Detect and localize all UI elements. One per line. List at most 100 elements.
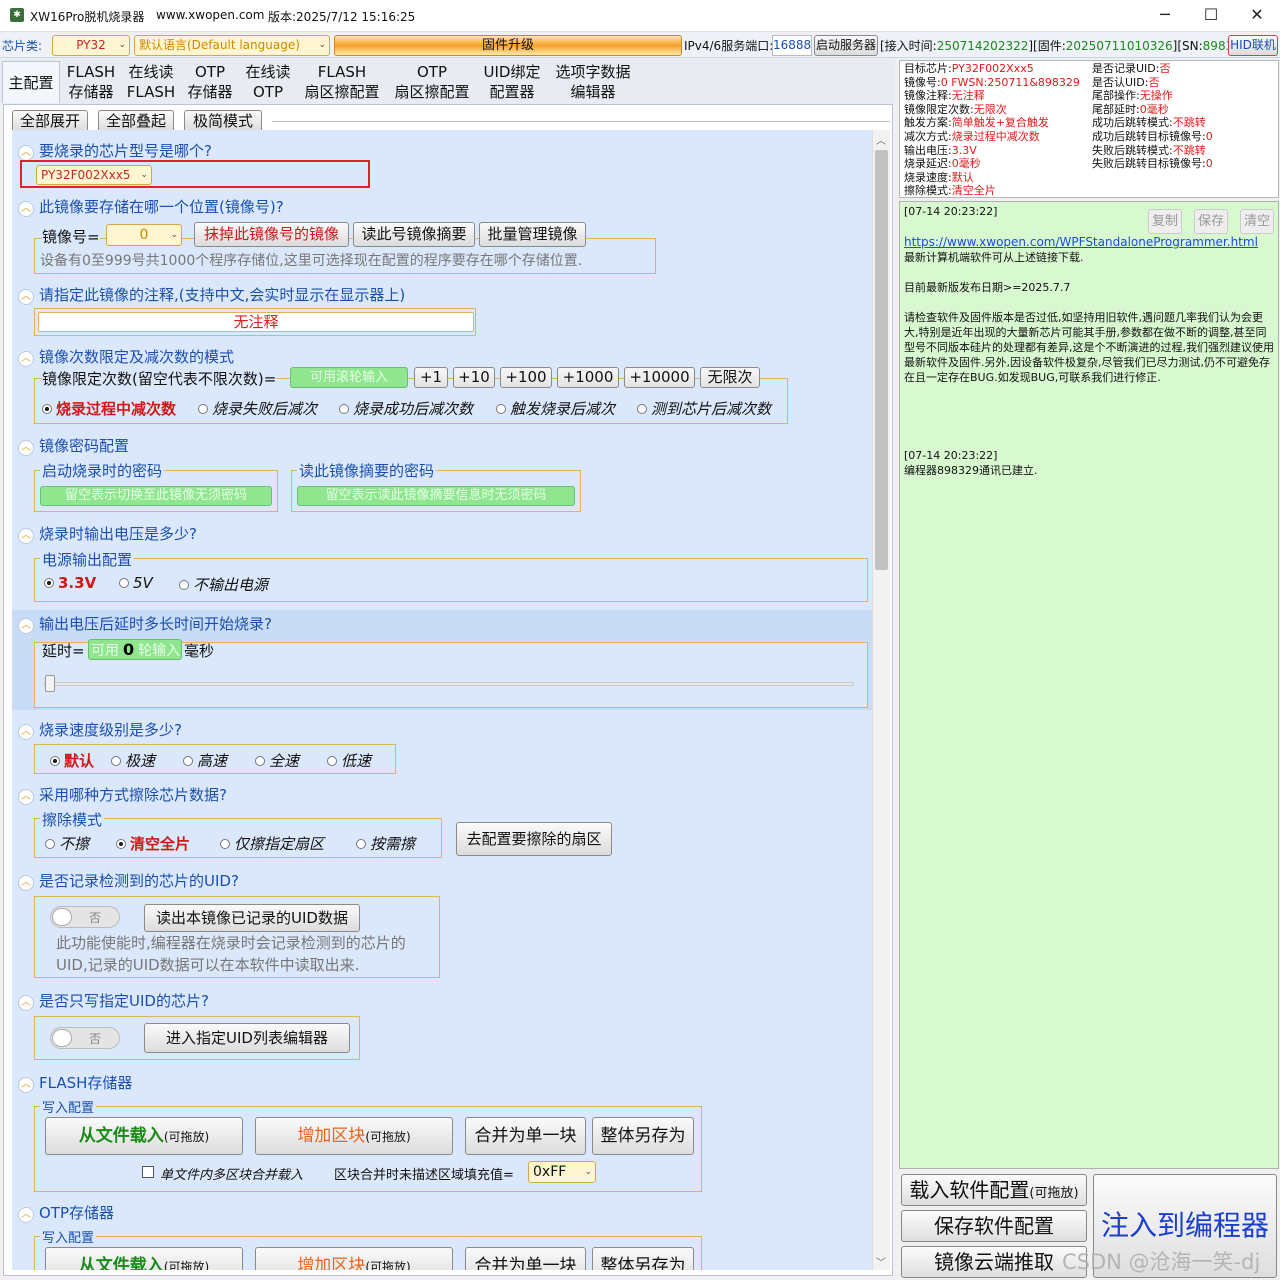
section-otp[interactable]: ︿ OTP存储器 [18,1202,114,1223]
limit-plus-10000-button[interactable]: +10000 [624,367,695,388]
flash-add-block-button[interactable]: 增加区块(可拖放) [255,1117,453,1155]
section-limit[interactable]: ︿ 镜像次数限定及减次数的模式 [18,346,234,367]
section-password[interactable]: ︿ 镜像密码配置 [18,435,129,456]
expand-all-button[interactable]: 全部展开 [12,110,88,132]
radio-voltage-3v3[interactable]: 3.3V [44,574,96,592]
tab-flash-memory[interactable]: FLASH 存储器 [62,61,120,103]
limit-input[interactable]: 可用滚轮输入 [290,367,408,388]
start-password-input[interactable]: 留空表示切换至此镜像无须密码 [40,486,272,506]
configure-erase-sectors-button[interactable]: 去配置要擦除的扇区 [456,822,612,856]
flash-merge-button[interactable]: 合并为单一块 [465,1117,586,1155]
radio-decrement-fail[interactable]: 烧录失败后减次 [198,398,317,419]
limit-plus-10-button[interactable]: +10 [453,367,495,388]
tab-main-config[interactable]: 主配置 [2,61,60,103]
radio-decrement-success[interactable]: 烧录成功后减次数 [339,398,473,419]
radio-speed-high[interactable]: 高速 [183,750,227,771]
otp-merge-button[interactable]: 合并为单一块 [465,1247,586,1270]
radio-decrement-detect[interactable]: 测到芯片后减次数 [637,398,771,419]
flash-load-file-button[interactable]: 从文件载入(可拖放) [45,1117,243,1155]
minimize-icon[interactable]: ─ [1142,0,1188,32]
close-icon[interactable]: ✕ [1234,0,1280,32]
minimal-mode-button[interactable]: 极简模式 [184,110,262,132]
comment-input[interactable]: 无注释 [38,312,474,332]
tab-option-byte-editor[interactable]: 选项字数据 编辑器 [548,61,638,103]
save-log-button[interactable]: 保存 [1194,209,1228,234]
copy-button[interactable]: 复制 [1148,209,1182,234]
tab-label: 扇区擦配置 [394,83,470,101]
read-password-input[interactable]: 留空表示读此镜像摘要信息时无须密码 [297,486,575,506]
language-select[interactable]: 默认语言(Default language) ⌄ [134,35,330,56]
section-image-slot[interactable]: ︿ 此镜像要存储在哪一个位置(镜像号)? [18,196,284,217]
uid-list-editor-button[interactable]: 进入指定UID列表编辑器 [144,1023,350,1053]
radio-speed-low[interactable]: 低速 [327,750,371,771]
chip-model-select[interactable]: PY32F002Xxx5 ⌄ [36,165,152,185]
section-erase[interactable]: ︿ 采用哪种方式擦除芯片数据? [18,784,227,805]
summary-key: 成功后跳转目标镜像号: [1092,129,1206,143]
section-speed[interactable]: ︿ 烧录速度级别是多少? [18,719,182,740]
otp-load-file-button[interactable]: 从文件载入(可拖放) [45,1247,243,1270]
section-flash[interactable]: ︿ FLASH存储器 [18,1072,132,1093]
maximize-icon[interactable]: ☐ [1188,0,1234,32]
tab-online-read-flash[interactable]: 在线读 FLASH [122,61,180,103]
collapse-all-button[interactable]: 全部叠起 [98,110,174,132]
delay-input[interactable]: 可用 0 轮输入 [88,639,182,660]
radio-decrement-trigger[interactable]: 触发烧录后减次 [496,398,615,419]
radio-voltage-5v[interactable]: 5V [119,574,153,592]
section-delay[interactable]: ︿ 输出电压后延时多长时间开始烧录? [18,613,272,634]
image-slot-select[interactable]: 0 ⌄ [106,224,182,246]
tab-otp-memory[interactable]: OTP 存储器 [182,61,238,103]
radio-voltage-none[interactable]: 不输出电源 [179,574,268,595]
tab-flash-sector-erase[interactable]: FLASH 扇区擦配置 [298,61,386,103]
otp-save-as-button[interactable]: 整体另存为 [592,1247,694,1270]
batch-manage-button[interactable]: 批量管理镜像 [479,222,586,247]
summary-row: 尾部操作:无操作 [1092,89,1213,103]
section-comment[interactable]: ︿ 请指定此镜像的注释,(支持中文,会实时显示在显示器上) [18,284,405,305]
radio-speed-full[interactable]: 全速 [255,750,299,771]
read-password-label: 读此镜像摘要的密码 [297,460,437,481]
limit-unlimited-button[interactable]: 无限次 [700,367,760,388]
scrollbar-thumb[interactable] [875,150,888,570]
delay-slider-thumb[interactable] [45,675,55,692]
firmware-upgrade-button[interactable]: 固件升级 [334,35,682,56]
read-uid-data-button[interactable]: 读出本镜像已记录的UID数据 [144,904,360,932]
tab-otp-sector-erase[interactable]: OTP 扇区擦配置 [388,61,476,103]
fill-value-select[interactable]: 0xFF ⌄ [528,1161,596,1183]
uid-only-toggle[interactable]: 否 [50,1027,120,1049]
save-config-button[interactable]: 保存软件配置 [901,1210,1087,1242]
radio-erase-on-demand[interactable]: 按需擦 [356,833,415,854]
section-uid-record[interactable]: ︿ 是否记录检测到的芯片的UID? [18,870,239,891]
port-input[interactable]: 16888 [772,35,812,56]
chip-class-select[interactable]: PY32 ⌄ [52,35,130,56]
radio-erase-full[interactable]: 清空全片 [116,833,190,854]
download-link[interactable]: https://www.xwopen.com/WPFStandaloneProg… [904,235,1274,250]
radio-erase-none[interactable]: 不擦 [45,833,89,854]
radio-speed-ultra[interactable]: 极速 [111,750,155,771]
clear-log-button[interactable]: 清空 [1240,209,1274,234]
section-uid-only[interactable]: ︿ 是否只写指定UID的芯片? [18,990,209,1011]
section-voltage[interactable]: ︿ 烧录时输出电压是多少? [18,523,197,544]
hid-connect-button[interactable]: HID联机 [1228,35,1278,56]
start-server-button[interactable]: 启动服务器 [814,35,878,56]
section-chip-model[interactable]: ︿ 要烧录的芯片型号是哪个? [18,140,212,161]
delay-slider-track[interactable] [44,682,854,686]
flash-save-as-button[interactable]: 整体另存为 [592,1117,694,1155]
toggle-knob [52,908,72,926]
radio-speed-default[interactable]: 默认 [50,750,94,771]
tab-online-read-otp[interactable]: 在线读 OTP [240,61,296,103]
vertical-scrollbar[interactable]: ︿ ﹀ [872,130,890,1270]
otp-add-block-button[interactable]: 增加区块(可拖放) [255,1247,453,1270]
multi-block-checkbox[interactable] [142,1166,154,1178]
cloud-pull-button[interactable]: 镜像云端推取 [901,1246,1087,1278]
erase-image-button[interactable]: 抹掉此镜像号的镜像 [194,222,349,247]
read-summary-button[interactable]: 读此号镜像摘要 [353,222,475,247]
scroll-up-icon[interactable]: ︿ [876,132,886,147]
tab-uid-binding[interactable]: UID绑定 配置器 [478,61,546,103]
radio-erase-sector[interactable]: 仅擦指定扇区 [220,833,324,854]
uid-record-toggle[interactable]: 否 [50,906,120,928]
limit-plus-1-button[interactable]: +1 [414,367,448,388]
limit-plus-1000-button[interactable]: +1000 [557,367,619,388]
scroll-down-icon[interactable]: ﹀ [876,1254,886,1269]
limit-plus-100-button[interactable]: +100 [500,367,552,388]
radio-decrement-during[interactable]: 烧录过程中减次数 [42,398,176,419]
load-config-button[interactable]: 载入软件配置(可拖放) [901,1174,1087,1206]
